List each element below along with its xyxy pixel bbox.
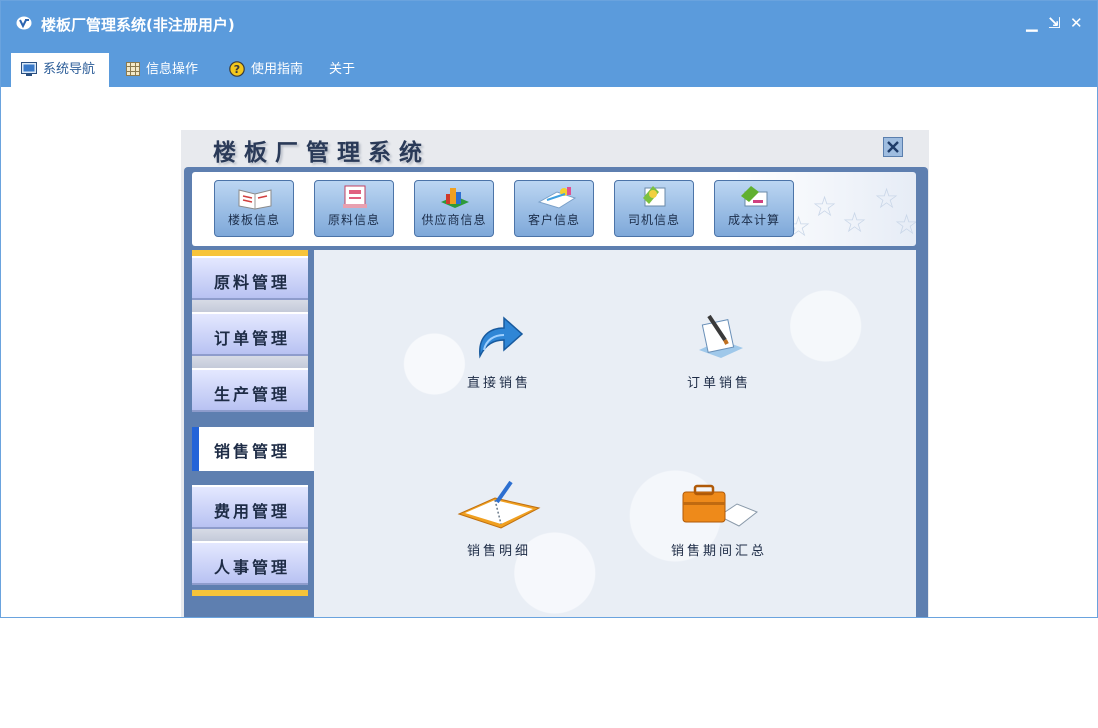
sales-detail-button[interactable]: 销售明细 bbox=[449, 480, 549, 559]
toolbar-label: 供应商信息 bbox=[421, 213, 487, 227]
app-window: 楼板厂管理系统(非注册用户) ▁ ⇲ ✕ 系统导航 信息操作 ? 使用指南 关于… bbox=[0, 0, 1098, 618]
floor-info-button[interactable]: 楼板信息 bbox=[214, 180, 294, 237]
book-icon bbox=[238, 189, 272, 210]
sidebar-item-label: 人事管理 bbox=[214, 558, 291, 577]
toolbar-label: 楼板信息 bbox=[227, 213, 280, 227]
sidebar-divider bbox=[192, 300, 308, 312]
function-label: 销售期间汇总 bbox=[670, 544, 767, 559]
supplier-icon bbox=[441, 188, 469, 208]
star-decoration-icon: ☆ bbox=[842, 206, 868, 239]
inner-panel: 楼板厂管理系统 ☆ ☆ ☆ ☆ ☆ bbox=[181, 130, 929, 617]
help-icon: ? bbox=[229, 60, 245, 77]
tab-info-operations[interactable]: 信息操作 bbox=[116, 53, 216, 87]
customer-info-button[interactable]: 客户信息 bbox=[514, 180, 594, 237]
tab-system-navigation[interactable]: 系统导航 bbox=[11, 53, 109, 87]
sidebar-item-production-management[interactable]: 生产管理 bbox=[192, 368, 308, 412]
sidebar-item-sales-management[interactable]: 销售管理 bbox=[192, 427, 316, 471]
tab-user-guide[interactable]: ? 使用指南 bbox=[219, 53, 319, 87]
driver-icon bbox=[643, 186, 666, 207]
direct-sales-button[interactable]: 直接销售 bbox=[454, 310, 544, 391]
sidebar-item-material-management[interactable]: 原料管理 bbox=[192, 256, 308, 300]
sidebar-item-label: 费用管理 bbox=[214, 502, 291, 521]
tab-label: 信息操作 bbox=[146, 62, 199, 77]
order-icon bbox=[699, 314, 743, 358]
toolbar-label: 原料信息 bbox=[327, 213, 380, 227]
sidebar-item-expense-management[interactable]: 费用管理 bbox=[192, 485, 308, 529]
sidebar-item-hr-management[interactable]: 人事管理 bbox=[192, 541, 308, 585]
content-area: 楼板厂管理系统 ☆ ☆ ☆ ☆ ☆ bbox=[1, 87, 1097, 617]
sidebar-divider bbox=[192, 356, 308, 368]
function-label: 直接销售 bbox=[466, 376, 531, 391]
tab-label: 使用指南 bbox=[251, 62, 304, 77]
grid-icon bbox=[126, 61, 140, 76]
briefcase-icon bbox=[682, 484, 758, 527]
star-decoration-icon: ☆ bbox=[894, 208, 916, 241]
minimize-button[interactable]: ▁ bbox=[1026, 13, 1038, 33]
arrow-icon bbox=[479, 316, 524, 359]
toolbar-label: 司机信息 bbox=[627, 213, 680, 227]
customer-icon bbox=[537, 187, 577, 209]
material-icon bbox=[343, 185, 367, 208]
info-toolbar: ☆ ☆ ☆ ☆ ☆ 楼板信息 bbox=[192, 172, 916, 246]
driver-info-button[interactable]: 司机信息 bbox=[614, 180, 694, 237]
sidebar-item-order-management[interactable]: 订单管理 bbox=[192, 312, 308, 356]
window-title: 楼板厂管理系统(非注册用户) bbox=[41, 16, 235, 34]
tab-label: 系统导航 bbox=[43, 62, 96, 77]
title-bar: 楼板厂管理系统(非注册用户) ▁ ⇲ ✕ bbox=[1, 1, 1097, 45]
tab-label: 关于 bbox=[329, 62, 356, 77]
material-info-button[interactable]: 原料信息 bbox=[314, 180, 394, 237]
tab-about[interactable]: 关于 bbox=[319, 53, 369, 87]
order-sales-button[interactable]: 订单销售 bbox=[669, 310, 769, 391]
close-button[interactable]: ✕ bbox=[1070, 13, 1083, 33]
toolbar-label: 客户信息 bbox=[527, 213, 580, 227]
navigation-frame: ☆ ☆ ☆ ☆ ☆ 楼板信息 bbox=[184, 167, 928, 617]
svg-text:?: ? bbox=[234, 63, 240, 76]
sidebar-bottom-bar bbox=[192, 590, 308, 596]
cost-icon bbox=[741, 186, 768, 207]
restore-button[interactable]: ⇲ bbox=[1048, 13, 1061, 33]
monitor-icon bbox=[21, 61, 37, 76]
function-label: 销售明细 bbox=[466, 544, 531, 559]
toolbar-label: 成本计算 bbox=[727, 213, 780, 227]
menu-bar: 系统导航 信息操作 ? 使用指南 关于 bbox=[1, 45, 1097, 87]
inner-title: 楼板厂管理系统 bbox=[213, 139, 430, 166]
cost-calculation-button[interactable]: 成本计算 bbox=[714, 180, 794, 237]
function-panel: 直接销售 订单销售 销售明细 销售期间汇总 bbox=[314, 250, 916, 617]
function-label: 订单销售 bbox=[686, 376, 751, 391]
sidebar-divider bbox=[192, 529, 308, 541]
app-logo-icon bbox=[16, 16, 32, 30]
notebook-icon bbox=[457, 480, 541, 529]
sidebar-item-label: 订单管理 bbox=[214, 329, 291, 348]
sidebar-item-label: 生产管理 bbox=[214, 385, 291, 404]
sidebar-item-label: 销售管理 bbox=[214, 442, 291, 461]
close-icon[interactable] bbox=[883, 137, 903, 157]
supplier-info-button[interactable]: 供应商信息 bbox=[414, 180, 494, 237]
star-decoration-icon: ☆ bbox=[812, 190, 838, 223]
sales-period-summary-button[interactable]: 销售期间汇总 bbox=[654, 480, 784, 559]
sidebar-item-label: 原料管理 bbox=[214, 273, 291, 292]
